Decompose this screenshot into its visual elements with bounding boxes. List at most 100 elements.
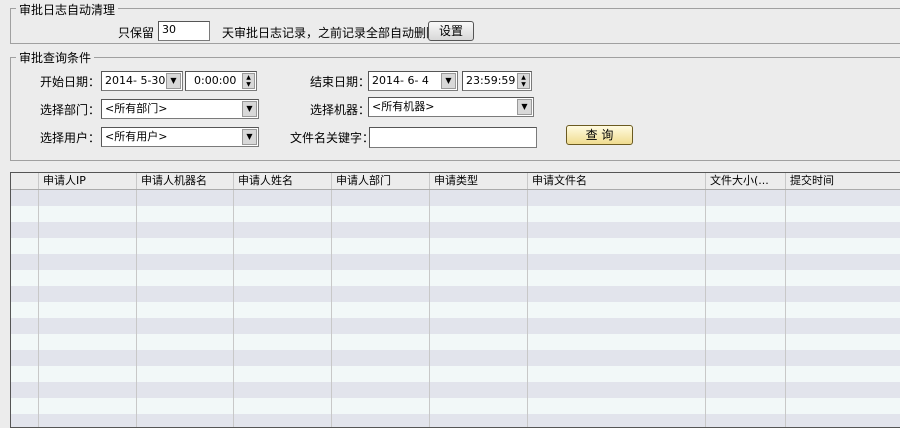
table-cell [430, 238, 528, 254]
table-cell [332, 382, 430, 398]
table-cell [234, 334, 332, 350]
table-cell [137, 254, 234, 270]
table-cell [786, 414, 900, 427]
table-cell [234, 270, 332, 286]
table-cell [706, 350, 786, 366]
table-cell [786, 190, 900, 206]
table-row[interactable] [11, 270, 900, 286]
chevron-down-icon[interactable]: ▼ [242, 101, 257, 117]
table-cell [234, 302, 332, 318]
table-cell [234, 350, 332, 366]
start-date-picker[interactable]: 2014- 5-30 ▼ [101, 71, 183, 91]
column-header[interactable]: 申请人机器名 [137, 173, 234, 189]
spin-icon[interactable]: ▲ ▼ [517, 73, 530, 89]
table-cell [332, 318, 430, 334]
table-cell [332, 190, 430, 206]
table-row[interactable] [11, 206, 900, 222]
table-cell [11, 254, 39, 270]
table-row[interactable] [11, 238, 900, 254]
machine-label: 选择机器： [310, 103, 371, 117]
table-cell [332, 302, 430, 318]
table-row[interactable] [11, 254, 900, 270]
table-cell [332, 270, 430, 286]
chevron-down-icon[interactable]: ▼ [242, 129, 257, 145]
table-cell [786, 238, 900, 254]
chevron-down-icon[interactable]: ▼ [166, 73, 181, 89]
results-table[interactable]: 申请人IP 申请人机器名 申请人姓名 申请人部门 申请类型 申请文件名 文件大小(... 提交… [10, 172, 900, 428]
keep-days-input[interactable]: 30 [158, 21, 210, 41]
table-cell [430, 318, 528, 334]
table-cell [332, 206, 430, 222]
table-cell [528, 414, 706, 427]
table-cell [137, 382, 234, 398]
table-cell [786, 286, 900, 302]
table-cell [39, 238, 137, 254]
column-header[interactable]: 提交时间 [786, 173, 900, 189]
table-row[interactable] [11, 414, 900, 427]
table-cell [430, 334, 528, 350]
column-header[interactable]: 申请人部门 [332, 173, 430, 189]
column-header[interactable]: 申请文件名 [528, 173, 706, 189]
start-time-spinner[interactable]: 0:00:00 ▲ ▼ [185, 71, 257, 91]
user-label: 选择用户： [40, 131, 101, 145]
table-row[interactable] [11, 398, 900, 414]
column-header[interactable]: 申请人姓名 [234, 173, 332, 189]
start-date-label: 开始日期： [40, 75, 101, 89]
table-cell [39, 398, 137, 414]
table-row[interactable] [11, 286, 900, 302]
table-cell [786, 206, 900, 222]
chevron-down-icon[interactable]: ▼ [441, 73, 456, 89]
table-header: 申请人IP 申请人机器名 申请人姓名 申请人部门 申请类型 申请文件名 文件大小(... 提交… [11, 173, 900, 190]
spin-icon[interactable]: ▲ ▼ [242, 73, 255, 89]
table-cell [39, 270, 137, 286]
table-cell [11, 270, 39, 286]
table-cell [528, 206, 706, 222]
table-row[interactable] [11, 222, 900, 238]
table-row[interactable] [11, 318, 900, 334]
table-cell [706, 286, 786, 302]
column-header[interactable]: 文件大小(... [706, 173, 786, 189]
set-button[interactable]: 设置 [428, 21, 474, 41]
table-row[interactable] [11, 350, 900, 366]
table-cell [11, 302, 39, 318]
dept-select[interactable]: <所有部门> ▼ [101, 99, 259, 119]
user-select[interactable]: <所有用户> ▼ [101, 127, 259, 147]
table-cell [430, 414, 528, 427]
table-cell [528, 398, 706, 414]
table-cell [430, 366, 528, 382]
table-cell [528, 270, 706, 286]
column-header[interactable]: 申请类型 [430, 173, 528, 189]
start-time-value: 0:00:00 [194, 74, 237, 87]
query-legend: 审批查询条件 [16, 49, 95, 66]
query-button[interactable]: 查 询 [566, 125, 633, 145]
table-cell [706, 398, 786, 414]
table-cell [528, 238, 706, 254]
keep-label: 只保留 [118, 26, 155, 40]
table-cell [39, 206, 137, 222]
table-row[interactable] [11, 366, 900, 382]
table-cell [137, 334, 234, 350]
end-time-spinner[interactable]: 23:59:59 ▲ ▼ [462, 71, 532, 91]
table-row[interactable] [11, 302, 900, 318]
end-date-picker[interactable]: 2014- 6- 4 ▼ [368, 71, 458, 91]
table-cell [11, 398, 39, 414]
table-cell [430, 286, 528, 302]
table-cell [137, 414, 234, 427]
table-cell [528, 254, 706, 270]
table-cell [234, 206, 332, 222]
machine-select[interactable]: <所有机器> ▼ [368, 97, 534, 117]
table-cell [786, 222, 900, 238]
table-cell [11, 222, 39, 238]
keyword-input[interactable] [369, 127, 537, 148]
table-cell [234, 286, 332, 302]
table-cell [234, 222, 332, 238]
table-cell [430, 382, 528, 398]
table-row[interactable] [11, 190, 900, 206]
chevron-down-icon[interactable]: ▼ [517, 99, 532, 115]
table-cell [137, 222, 234, 238]
table-row[interactable] [11, 382, 900, 398]
table-cell [332, 238, 430, 254]
table-row[interactable] [11, 334, 900, 350]
column-header[interactable]: 申请人IP [39, 173, 137, 189]
column-header[interactable] [11, 173, 39, 189]
